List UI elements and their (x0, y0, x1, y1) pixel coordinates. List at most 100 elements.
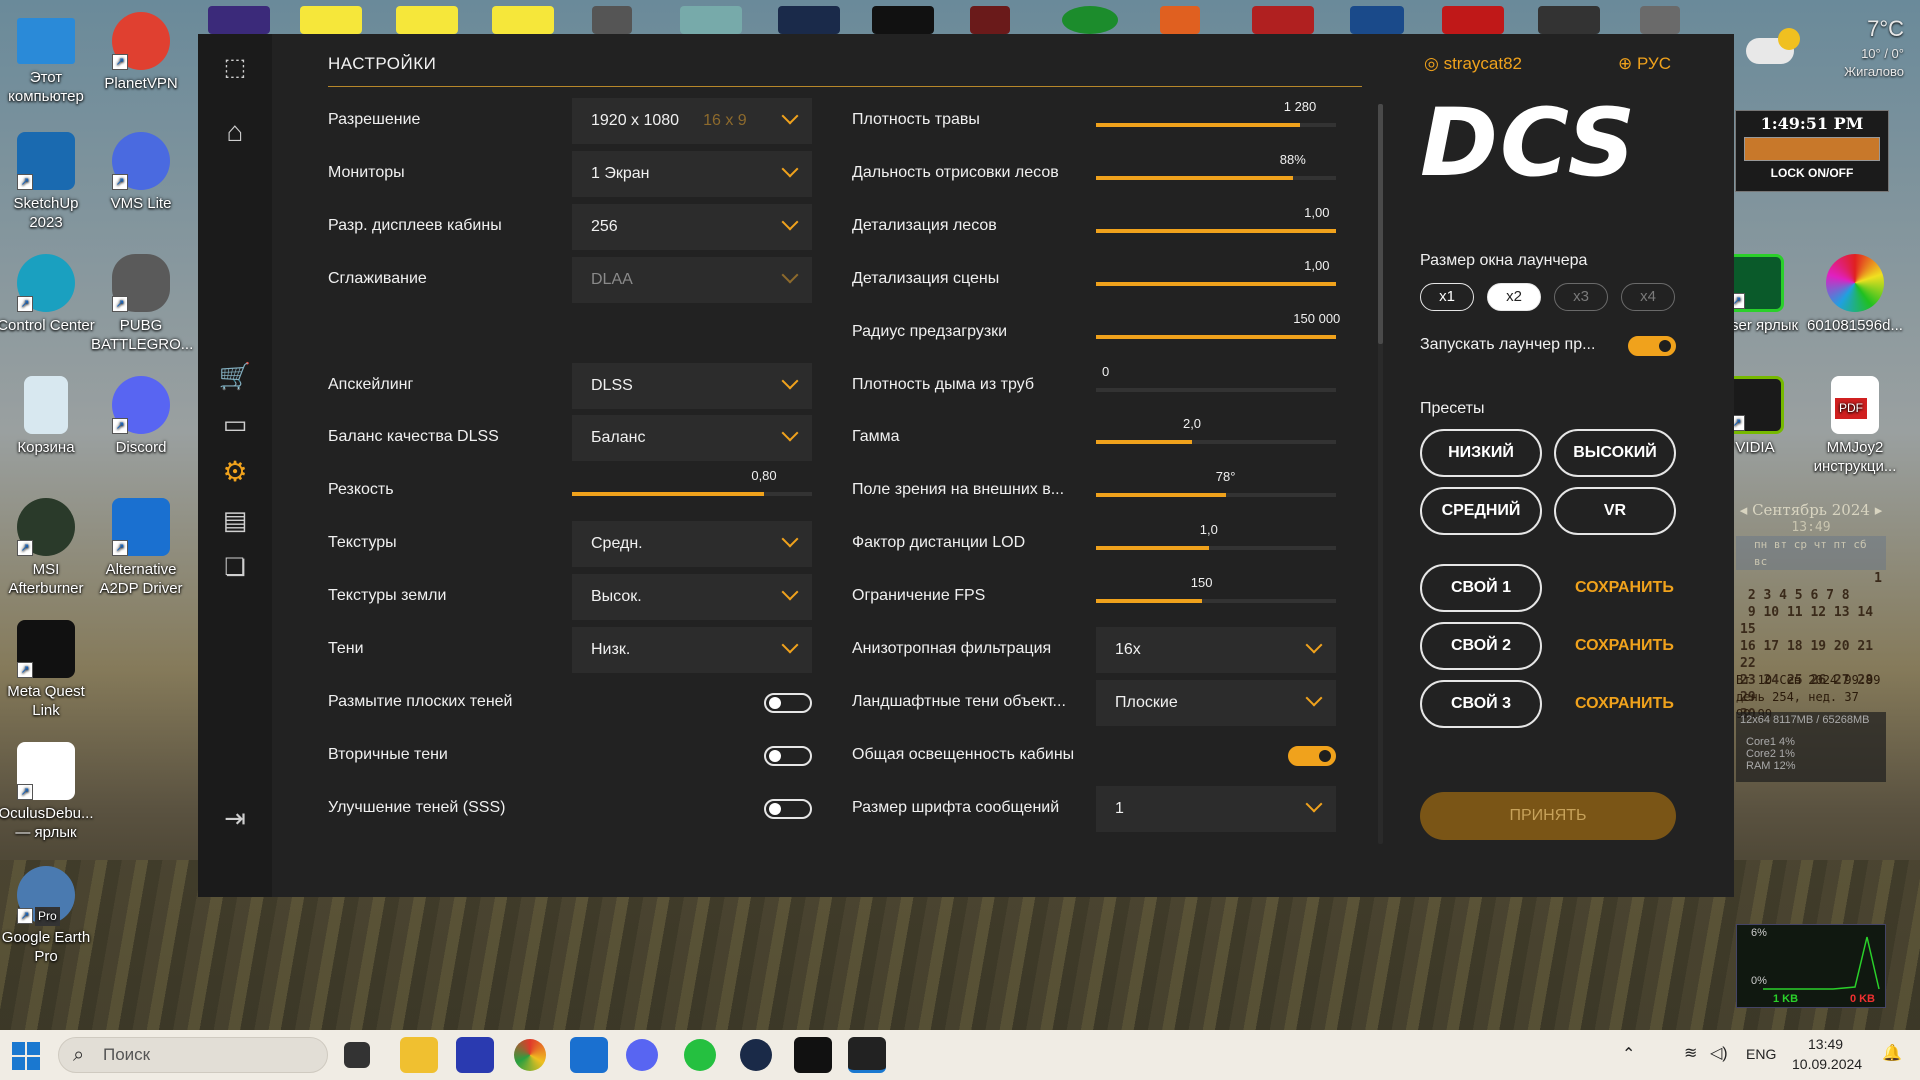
upscaling-dropdown[interactable]: DLSS (572, 363, 812, 409)
app-icon-top-6[interactable] (680, 6, 742, 34)
preset-low-button[interactable]: НИЗКИЙ (1420, 429, 1542, 477)
desktop-icon-mmjoy2[interactable]: PDF MMJoy2 инструкци... (1800, 376, 1910, 476)
desktop-icon-image-file[interactable]: 601081596d... (1800, 254, 1910, 335)
sharpness-slider[interactable]: 0,80 (572, 468, 812, 500)
weather-widget[interactable]: 7°C 10° / 0° Жигалово (1738, 10, 1918, 100)
app-icon-top-1[interactable] (208, 6, 270, 34)
desktop-icon-sketchup[interactable]: ↗ SketchUp 2023 (0, 132, 96, 232)
calendar-widget[interactable]: ◂ Сентябрь 2024 ▸ 13:49 пн вт ср чт пт с… (1736, 501, 1886, 722)
dlss-balance-dropdown[interactable]: Баланс (572, 415, 812, 461)
desktop-icon-recycle-bin[interactable]: Корзина (0, 376, 96, 457)
desktop-icon-this-pc[interactable]: Этот компьютер (0, 12, 96, 106)
discord-taskbar-icon[interactable] (626, 1039, 658, 1071)
app-icon-top-8[interactable] (872, 6, 934, 34)
microsoft-store-icon[interactable] (570, 1037, 608, 1073)
gamma-slider[interactable]: 2,0 (1096, 416, 1336, 448)
size-x1-button[interactable]: x1 (1420, 283, 1474, 311)
save-preset-1-link[interactable]: СОХРАНИТЬ (1575, 579, 1674, 597)
app-icon-top-13[interactable] (1350, 6, 1404, 34)
meta-taskbar-icon[interactable] (794, 1037, 832, 1073)
settings-scrollbar[interactable] (1378, 104, 1383, 844)
preload-radius-slider[interactable]: 150 000 (1096, 311, 1340, 343)
scene-detail-slider[interactable]: 1,00 (1096, 258, 1336, 290)
save-preset-2-link[interactable]: СОХРАНИТЬ (1575, 637, 1674, 655)
lod-factor-slider[interactable]: 1,0 (1096, 522, 1336, 554)
dcs-taskbar-icon[interactable] (848, 1037, 886, 1073)
flat-shadow-blur-toggle[interactable] (764, 693, 812, 713)
autostart-toggle[interactable] (1628, 336, 1676, 356)
desktop-icon-a2dp[interactable]: ↗ Alternative A2DP Driver (91, 498, 191, 598)
textures-dropdown[interactable]: Средн. (572, 521, 812, 567)
preset-high-button[interactable]: ВЫСОКИЙ (1554, 429, 1676, 477)
taskbar-search-box[interactable]: ⌕ Поиск (58, 1037, 328, 1073)
cockpit-displays-dropdown[interactable]: 256 (572, 204, 812, 250)
desktop-icon-google-earth[interactable]: ↗ Pro Google Earth Pro (0, 866, 96, 966)
resolution-dropdown[interactable]: 1920 x 1080 16 x 9 (572, 98, 812, 144)
app-icon-top-14[interactable] (1442, 6, 1504, 34)
smoke-density-slider[interactable]: 0 (1096, 364, 1336, 396)
chat-icon[interactable]: ❏ (217, 550, 253, 586)
desktop-icon-pubg[interactable]: ↗ PUBG BATTLEGRO... (91, 254, 193, 354)
desktop-icon-meta-quest-link[interactable]: ↗ Meta Quest Link (0, 620, 96, 720)
message-font-dropdown[interactable]: 1 (1096, 786, 1336, 832)
user-account-link[interactable]: ◎ straycat82 (1424, 54, 1522, 74)
forest-distance-slider[interactable]: 88% (1096, 152, 1336, 184)
preset-vr-button[interactable]: VR (1554, 487, 1676, 535)
tray-time[interactable]: 13:49 (1808, 1036, 1843, 1052)
shadows-dropdown[interactable]: Низк. (572, 627, 812, 673)
ground-textures-dropdown[interactable]: Высок. (572, 574, 812, 620)
whatsapp-icon[interactable] (684, 1039, 716, 1071)
desktop-icon-control-center[interactable]: ↗ Control Center (0, 254, 96, 335)
tray-volume-icon[interactable]: ◁) (1710, 1043, 1728, 1063)
secondary-shadows-toggle[interactable] (764, 746, 812, 766)
app-icon-top-3[interactable] (396, 6, 458, 34)
clock-widget[interactable]: 1:49:51 PM LOCK ON/OFF (1735, 110, 1889, 192)
calendar-next-icon[interactable]: ▸ (1870, 501, 1883, 519)
preset-medium-button[interactable]: СРЕДНИЙ (1420, 487, 1542, 535)
custom-preset-1-button[interactable]: СВОЙ 1 (1420, 564, 1542, 612)
sss-toggle[interactable] (764, 799, 812, 819)
app-icon-top-7[interactable] (778, 6, 840, 34)
size-x4-button[interactable]: x4 (1621, 283, 1675, 311)
desktop-icon-vms-lite[interactable]: ↗ VMS Lite (91, 132, 191, 213)
desktop-icon-oculus-debug[interactable]: ↗ OculusDebu... — ярлык (0, 742, 96, 842)
desktop-icon-msi-afterburner[interactable]: ↗ MSI Afterburner (0, 498, 96, 598)
app-icon-top-16[interactable] (1640, 6, 1680, 34)
language-selector[interactable]: ⊕ РУС (1618, 54, 1671, 74)
select-cursor-icon[interactable]: ⬚ (217, 50, 253, 86)
fps-limit-slider[interactable]: 150 (1096, 575, 1336, 607)
scrollbar-thumb[interactable] (1378, 104, 1383, 344)
app-icon-top-5[interactable] (592, 6, 632, 34)
save-preset-3-link[interactable]: СОХРАНИТЬ (1575, 695, 1674, 713)
size-x3-button[interactable]: x3 (1554, 283, 1608, 311)
news-icon[interactable]: ▤ (217, 502, 253, 538)
fov-slider[interactable]: 78° (1096, 469, 1336, 501)
shop-cart-icon[interactable]: 🛒 (217, 358, 253, 394)
size-x2-button[interactable]: x2 (1487, 283, 1541, 311)
file-explorer-icon[interactable] (400, 1037, 438, 1073)
settings-gear-icon[interactable]: ⚙ (217, 454, 253, 490)
custom-preset-2-button[interactable]: СВОЙ 2 (1420, 622, 1542, 670)
steam-icon[interactable] (740, 1039, 772, 1071)
app-icon-top-11[interactable] (1160, 6, 1200, 34)
lock-toggle[interactable]: LOCK ON/OFF (1736, 166, 1888, 180)
accept-button[interactable]: ПРИНЯТЬ (1420, 792, 1676, 840)
save-floppy-icon[interactable] (456, 1037, 494, 1073)
app-icon-top-4[interactable] (492, 6, 554, 34)
folder-icon[interactable]: ▭ (217, 406, 253, 442)
calendar-prev-icon[interactable]: ◂ (1740, 501, 1752, 519)
windows-start-icon[interactable] (12, 1042, 40, 1070)
cockpit-illumination-toggle[interactable] (1288, 746, 1336, 766)
terrain-shadows-dropdown[interactable]: Плоские (1096, 680, 1336, 726)
tray-language[interactable]: ENG (1746, 1046, 1776, 1062)
tray-date[interactable]: 10.09.2024 (1792, 1056, 1862, 1072)
app-icon-top-15[interactable] (1538, 6, 1600, 34)
desktop-icon-discord[interactable]: ↗ Discord (91, 376, 191, 457)
app-icon-top-10[interactable] (1062, 6, 1118, 34)
task-view-icon[interactable] (344, 1042, 370, 1068)
tray-chevron-up-icon[interactable]: ⌃ (1622, 1044, 1635, 1064)
desktop-icon-planetvpn[interactable]: ↗ PlanetVPN (91, 12, 191, 93)
home-icon[interactable]: ⌂ (217, 114, 253, 150)
monitors-dropdown[interactable]: 1 Экран (572, 151, 812, 197)
app-icon-top-2[interactable] (300, 6, 362, 34)
